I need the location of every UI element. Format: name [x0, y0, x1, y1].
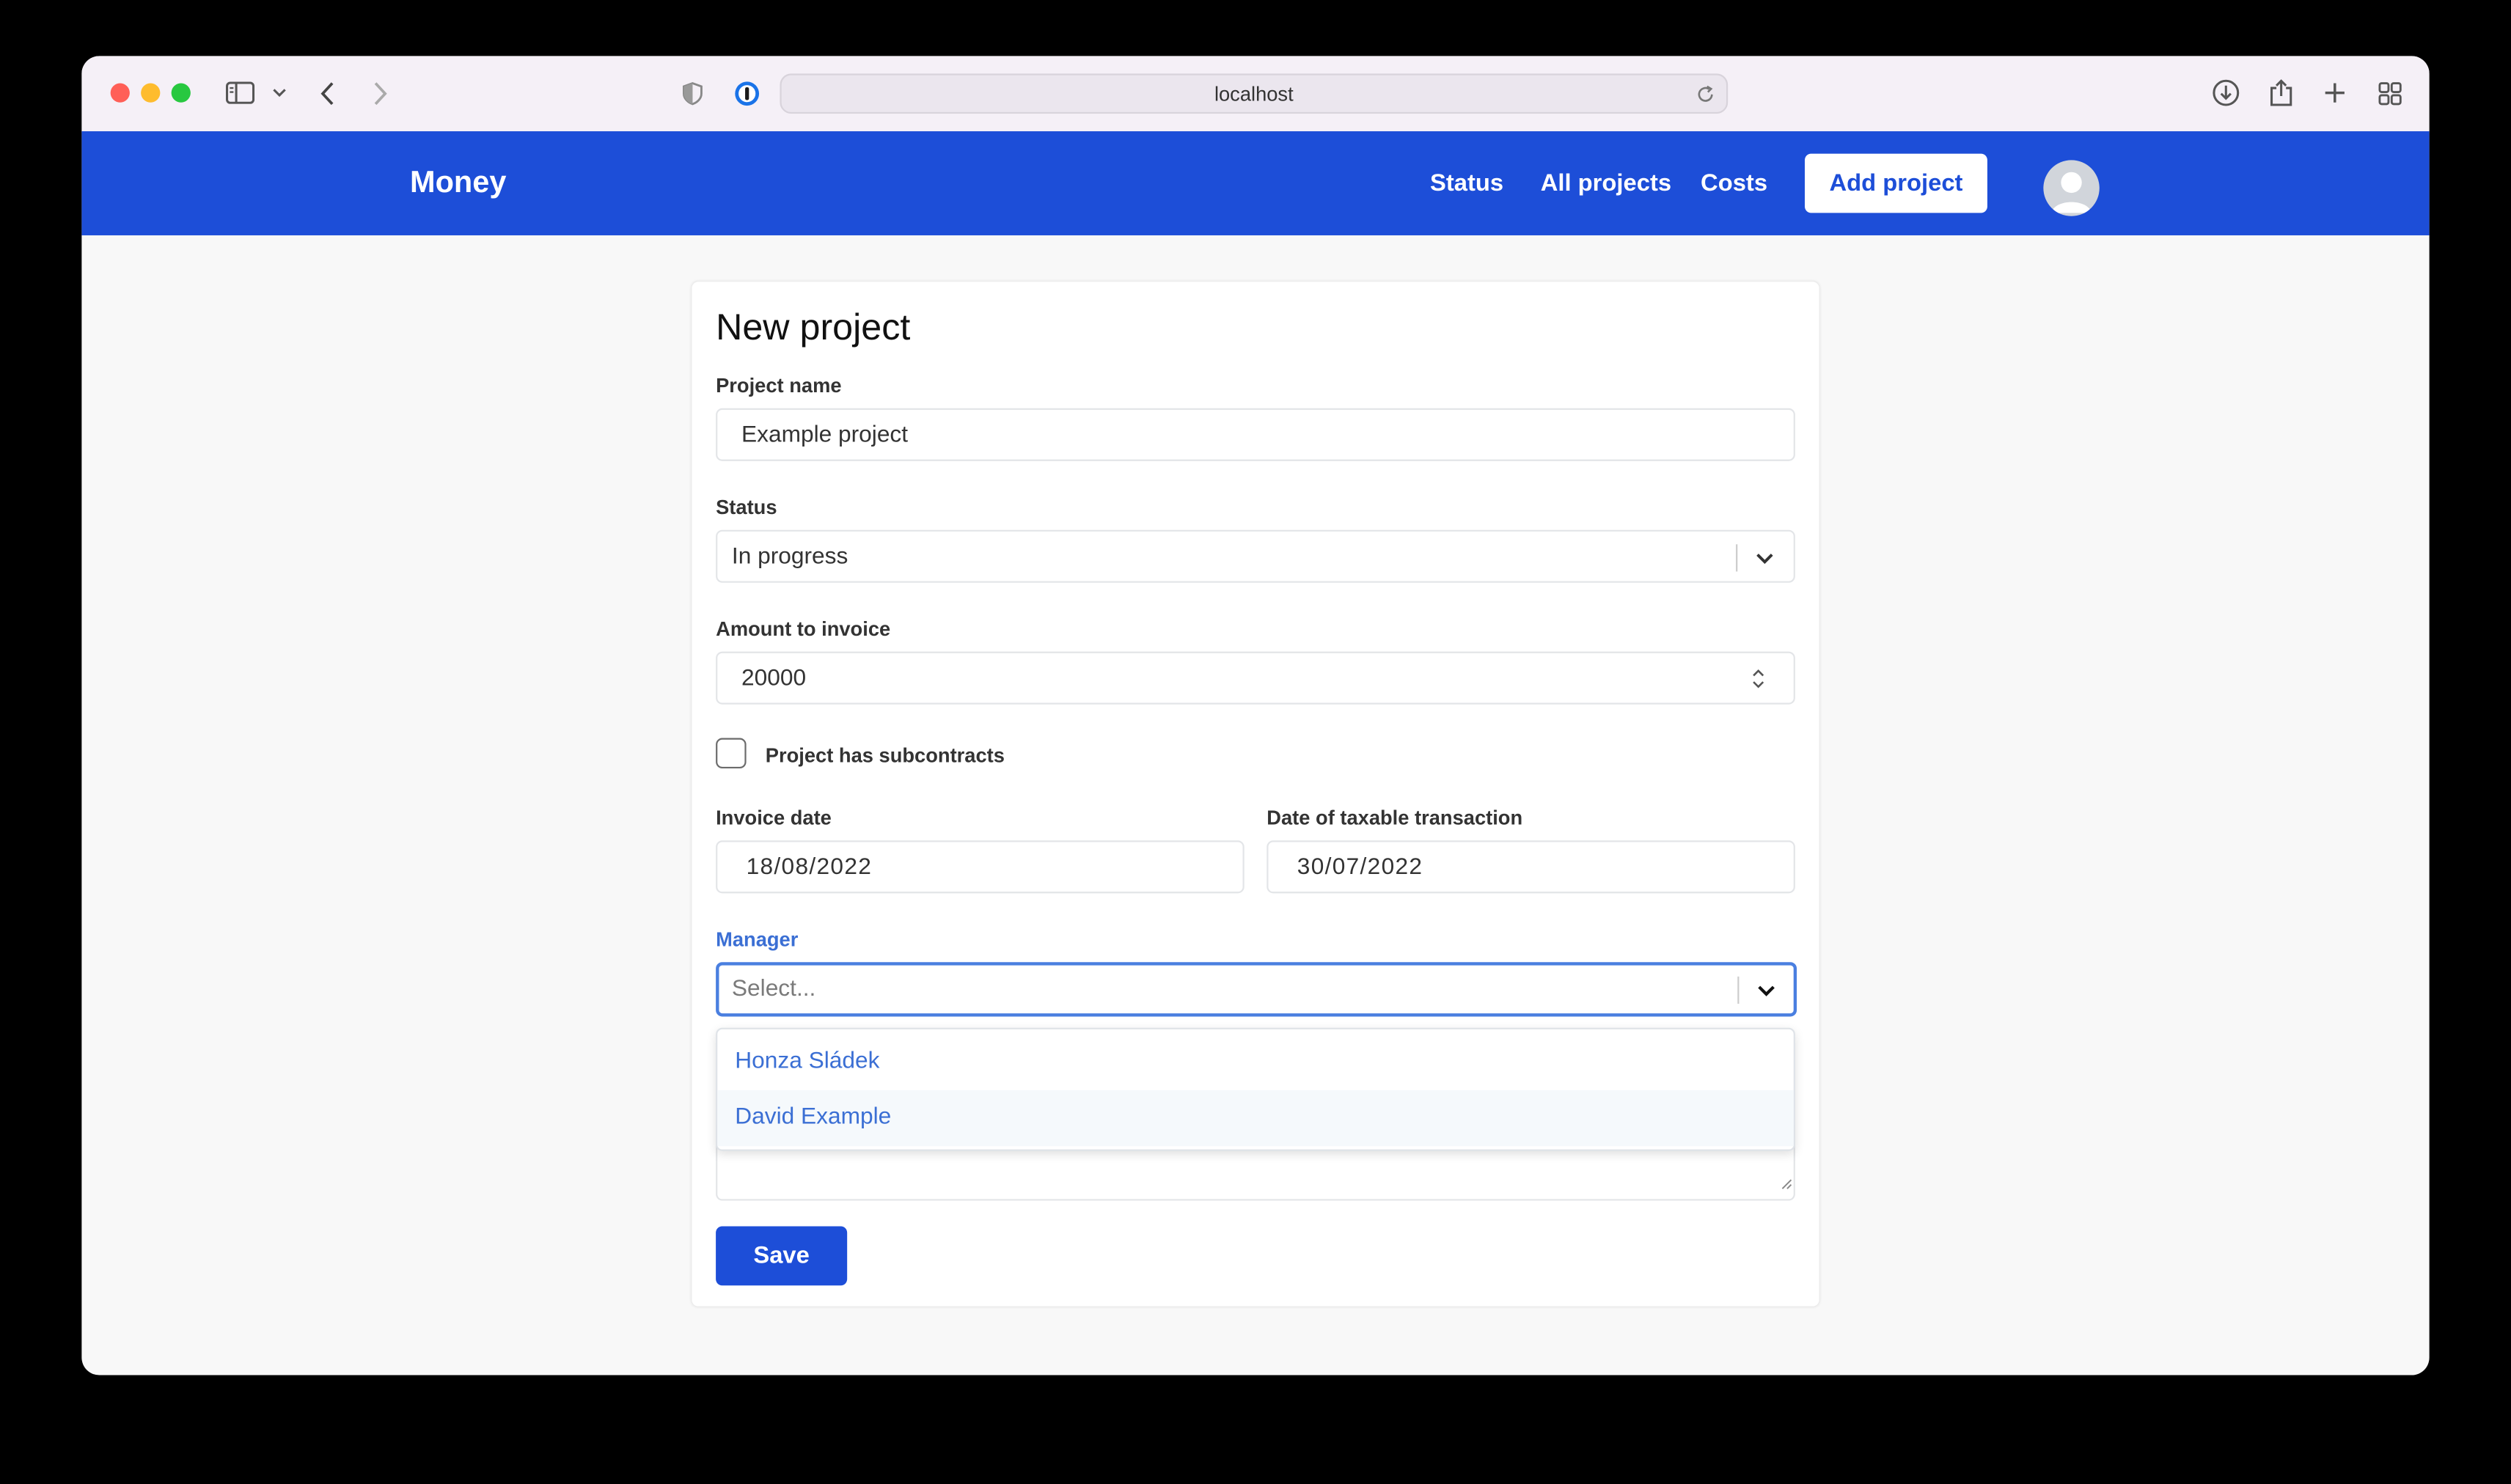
nav-link-all-projects[interactable]: All projects — [1541, 169, 1671, 196]
forward-icon[interactable] — [368, 76, 391, 111]
url-text: localhost — [1214, 83, 1294, 106]
resize-handle-icon[interactable] — [1781, 1169, 1792, 1197]
status-value: In progress — [731, 544, 848, 570]
sidebar-toggle-icon[interactable] — [224, 76, 257, 111]
taxable-date-label: Date of taxable transaction — [1267, 807, 1523, 829]
project-name-value: Example project — [741, 422, 909, 449]
zoom-window-button[interactable] — [171, 83, 191, 103]
nav-link-costs[interactable]: Costs — [1701, 169, 1767, 196]
manager-label: Manager — [716, 928, 799, 951]
download-icon[interactable] — [2210, 76, 2242, 111]
project-name-input[interactable]: Example project — [716, 408, 1795, 461]
privacy-shield-icon[interactable] — [679, 76, 705, 111]
project-name-label: Project name — [716, 374, 842, 397]
close-window-button[interactable] — [110, 83, 130, 103]
nav-link-status[interactable]: Status — [1430, 169, 1503, 196]
address-bar[interactable]: localhost — [780, 73, 1729, 114]
amount-value: 20000 — [741, 666, 807, 692]
chevron-down-icon[interactable] — [1756, 980, 1775, 1008]
manager-dropdown-menu: Honza Sládek David Example — [716, 1027, 1795, 1151]
browser-window: localhost Money Status All projects Cost… — [81, 56, 2430, 1375]
manager-placeholder: Select... — [731, 976, 816, 1002]
subcontracts-checkbox[interactable] — [716, 738, 747, 769]
app-navbar: Money Status All projects Costs Add proj… — [81, 131, 2430, 235]
avatar[interactable] — [2043, 160, 2100, 216]
brand-logo[interactable]: Money — [410, 166, 506, 202]
invoice-date-input[interactable]: 18/08/2022 — [716, 840, 1244, 894]
manager-select-separator — [1737, 976, 1740, 1004]
amount-input[interactable]: 20000 — [716, 651, 1795, 705]
password-manager-icon[interactable] — [732, 76, 760, 111]
number-stepper-icon[interactable] — [1751, 666, 1767, 699]
manager-option[interactable]: Honza Sládek — [717, 1034, 1793, 1090]
taxable-date-input[interactable]: 30/07/2022 — [1267, 840, 1795, 894]
minimize-window-button[interactable] — [141, 83, 161, 103]
share-icon[interactable] — [2266, 76, 2295, 111]
status-select[interactable]: In progress — [716, 529, 1795, 583]
chevron-down-icon[interactable] — [1755, 548, 1774, 576]
new-project-form: New project Project name Example project… — [692, 282, 1819, 1307]
reload-icon[interactable] — [1696, 84, 1715, 112]
tab-overview-icon[interactable] — [2375, 76, 2403, 111]
invoice-date-label: Invoice date — [716, 807, 832, 829]
subcontracts-label: Project has subcontracts — [765, 744, 1005, 767]
chevron-down-icon[interactable] — [269, 76, 288, 111]
taxable-date-value: 30/07/2022 — [1297, 854, 1423, 881]
page-title: New project — [716, 306, 911, 348]
manager-select[interactable]: Select... — [716, 962, 1797, 1017]
browser-titlebar: localhost — [81, 56, 2430, 133]
status-label: Status — [716, 496, 777, 519]
amount-label: Amount to invoice — [716, 617, 891, 641]
back-icon[interactable] — [315, 76, 338, 111]
status-select-separator — [1736, 544, 1738, 572]
new-tab-icon[interactable] — [2320, 76, 2349, 111]
invoice-date-value: 18/08/2022 — [746, 854, 873, 881]
manager-option[interactable]: David Example — [717, 1090, 1794, 1147]
save-button[interactable]: Save — [716, 1226, 848, 1286]
add-project-button[interactable]: Add project — [1804, 153, 1987, 213]
